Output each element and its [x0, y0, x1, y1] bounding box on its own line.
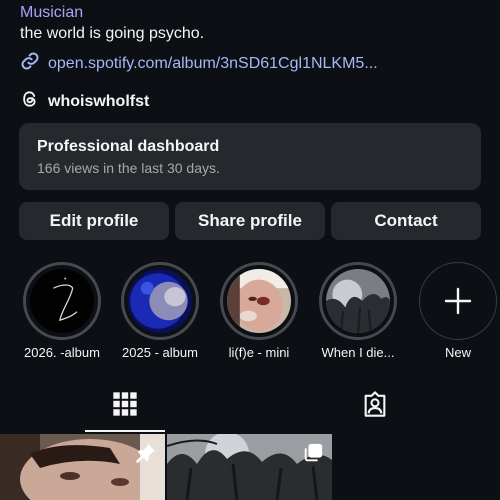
- carousel-icon: [304, 443, 323, 462]
- active-tab-indicator: [85, 430, 165, 432]
- new-highlight-ring: [419, 262, 497, 340]
- highlight-ring: [23, 262, 101, 340]
- post-thumbnail[interactable]: [167, 434, 332, 500]
- edit-profile-button[interactable]: Edit profile: [19, 202, 169, 240]
- tab-posts-grid[interactable]: [85, 390, 165, 432]
- profile-link[interactable]: open.spotify.com/album/3nSD61Cgl1NLKM5..…: [20, 51, 378, 76]
- highlight-item[interactable]: 2026. -album: [22, 262, 102, 360]
- threads-handle: whoiswholfst: [48, 92, 150, 110]
- new-highlight-button[interactable]: New: [418, 262, 498, 360]
- share-profile-button[interactable]: Share profile: [175, 202, 325, 240]
- pin-icon: [135, 443, 156, 464]
- dashboard-title: Professional dashboard: [37, 138, 220, 155]
- profile-category: Musician: [20, 4, 84, 21]
- highlight-cover: [326, 269, 390, 333]
- contact-button[interactable]: Contact: [331, 202, 481, 240]
- highlight-label: li(f)e - mini: [228, 345, 290, 360]
- profile-page: Musician the world is going psycho. open…: [0, 0, 500, 500]
- link-icon: [20, 51, 40, 76]
- highlight-ring: [220, 262, 298, 340]
- threads-badge[interactable]: whoiswholfst: [20, 89, 149, 114]
- link-text[interactable]: open.spotify.com/album/3nSD61Cgl1NLKM5..…: [48, 55, 378, 73]
- plus-icon: [444, 287, 472, 315]
- highlight-cover: [227, 269, 291, 333]
- post-thumbnail[interactable]: [0, 434, 165, 500]
- highlight-label: 2026. -album: [24, 345, 100, 360]
- highlight-item[interactable]: li(f)e - mini: [219, 262, 299, 360]
- new-highlight-label: New: [444, 345, 471, 360]
- highlight-cover: [30, 269, 94, 333]
- tab-tagged[interactable]: [335, 390, 415, 432]
- threads-icon: [20, 89, 40, 114]
- dashboard-subtitle: 166 views in the last 30 days.: [37, 160, 220, 176]
- grid-icon: [113, 392, 137, 416]
- highlight-item[interactable]: When I die...: [318, 262, 398, 360]
- profile-bio: the world is going psycho.: [20, 25, 205, 42]
- highlight-label: 2025 - album: [122, 345, 198, 360]
- highlight-item[interactable]: 2025 - album: [120, 262, 200, 360]
- highlight-cover: [128, 269, 192, 333]
- tagged-person-icon: [364, 391, 386, 417]
- highlight-ring: [121, 262, 199, 340]
- highlight-ring: [319, 262, 397, 340]
- professional-dashboard[interactable]: Professional dashboard 166 views in the …: [19, 123, 481, 190]
- highlight-label: When I die...: [321, 345, 395, 360]
